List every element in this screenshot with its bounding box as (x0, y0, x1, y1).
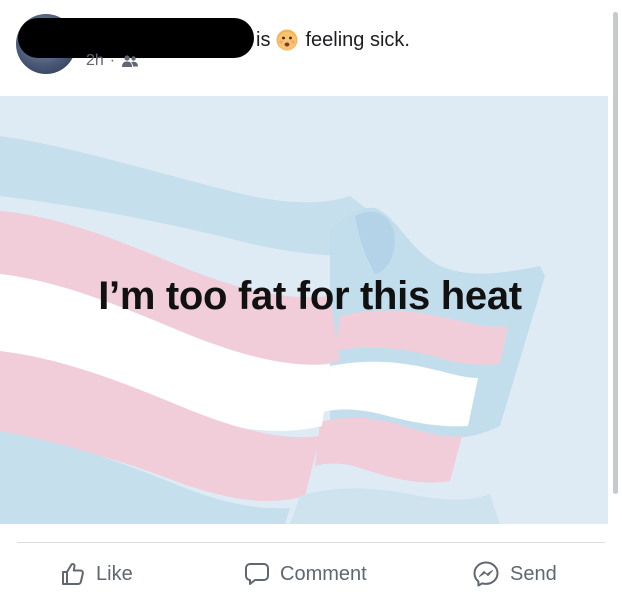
comment-label: Comment (280, 562, 367, 585)
feeling-status: is feeling sick. (256, 26, 410, 54)
thumbs-up-icon (62, 563, 84, 585)
like-button[interactable]: Like (60, 552, 133, 596)
feeling-text[interactable]: feeling sick. (305, 29, 410, 52)
post-header: is feeling sick. 2h · (0, 0, 622, 96)
post-background-image: I’m too fat for this heat (0, 96, 608, 524)
send-label: Send (510, 562, 557, 585)
actions-divider (17, 542, 605, 543)
like-label: Like (96, 562, 133, 585)
friends-icon[interactable] (121, 54, 139, 68)
sick-face-emoji-icon (276, 29, 298, 51)
post-text: I’m too fat for this heat (98, 274, 522, 318)
post-actions-bar: Like Comment Send (0, 552, 622, 596)
comment-button[interactable]: Comment (244, 552, 367, 596)
send-button[interactable]: Send (472, 552, 557, 596)
comment-icon (245, 563, 269, 585)
messenger-icon (473, 561, 499, 587)
post-meta: 2h · (86, 52, 139, 70)
timestamp[interactable]: 2h (86, 52, 104, 70)
status-prefix: is (256, 28, 271, 51)
scrollbar[interactable] (613, 12, 618, 494)
meta-separator: · (109, 52, 116, 69)
